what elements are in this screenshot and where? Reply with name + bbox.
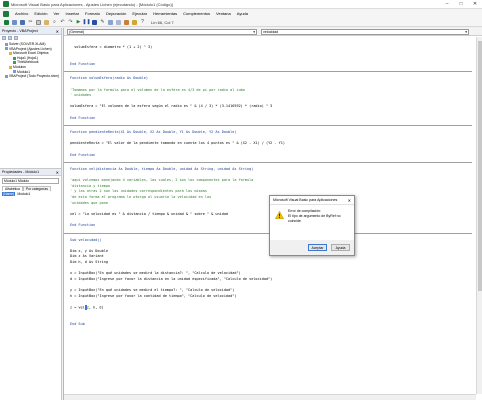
menu-edicion[interactable]: Edición: [31, 11, 50, 16]
object-combo-value: (General): [69, 30, 85, 34]
menu-archivo[interactable]: Archivo: [12, 11, 31, 16]
reset-icon[interactable]: [91, 19, 98, 26]
project-explorer-title: Proyecto - VBAProject: [2, 29, 38, 33]
procedure-combo-value: velocidad: [263, 30, 279, 34]
menu-insertar[interactable]: Insertar: [62, 11, 82, 16]
redo-icon[interactable]: ↷: [67, 19, 74, 26]
procedure-separator: [64, 232, 472, 234]
dialog-buttons: Aceptar Ayuda: [270, 240, 354, 255]
vba-app-icon: [3, 1, 9, 7]
paste-icon[interactable]: [43, 19, 50, 26]
module-icon: [13, 70, 16, 74]
menu-formato[interactable]: Formato: [82, 11, 103, 16]
properties-pane: Propiedades - Módulo1 ✕ Módulo1 Módulo A…: [0, 168, 62, 400]
property-row-name[interactable]: (Name) Módulo1: [2, 192, 59, 196]
menu-complementos[interactable]: Complementos: [180, 11, 213, 16]
copy-icon[interactable]: [35, 19, 42, 26]
object-browser-icon[interactable]: [123, 19, 130, 26]
help-button[interactable]: Ayuda: [331, 244, 350, 251]
properties-header: Propiedades - Módulo1 ✕: [0, 169, 61, 176]
tab-alfabetica[interactable]: Alfabética: [2, 186, 23, 191]
code-line[interactable]: End Sub: [70, 322, 472, 328]
toolbox-icon[interactable]: [131, 19, 138, 26]
properties-icon[interactable]: [115, 19, 122, 26]
excel-view-icon[interactable]: [3, 19, 10, 26]
project-explorer-icon[interactable]: [107, 19, 114, 26]
menu-ejecutar[interactable]: Ejecutar: [129, 11, 150, 16]
project-icon: [5, 74, 8, 78]
dialog-message-line2: El tipo de argumento de ByRef no coincid…: [288, 214, 341, 223]
properties-tabs: Alfabética Por categorías: [2, 186, 59, 191]
procedure-separator: [64, 162, 472, 164]
project-tree: Solver (SOLVER.XLAM) VBAProject (Ajustes…: [0, 41, 61, 80]
object-combo[interactable]: (General) ▾: [67, 29, 257, 35]
horizontal-scrollbar[interactable]: [64, 394, 476, 400]
insert-module-icon[interactable]: [11, 19, 18, 26]
code-line[interactable]: End Function: [70, 116, 472, 122]
folder-icon: [9, 65, 12, 69]
project-explorer-pane: Proyecto - VBAProject ✕ Solver (SOLVER.X…: [0, 28, 62, 168]
view-object-icon[interactable]: [8, 36, 12, 40]
vertical-scrollbar[interactable]: [476, 37, 482, 394]
code-line[interactable]: End Function: [70, 153, 472, 159]
menu-bar: Archivo Edición Ver Insertar Formato Dep…: [0, 9, 482, 18]
toggle-folders-icon[interactable]: [14, 36, 18, 40]
menu-ver[interactable]: Ver: [50, 11, 62, 16]
menu-depuracion[interactable]: Depuración: [103, 11, 129, 16]
warning-icon: [275, 211, 284, 219]
excel-icon[interactable]: [3, 10, 9, 17]
undo-icon[interactable]: ↶: [59, 19, 66, 26]
help-icon[interactable]: ?: [139, 19, 146, 26]
project-icon: [5, 42, 8, 46]
dialog-message: Error de compilación: El tipo de argumen…: [288, 209, 351, 224]
save-icon[interactable]: [19, 19, 26, 26]
properties-object-select[interactable]: Módulo1 Módulo: [2, 178, 59, 184]
tree-item-vbaproject-todo[interactable]: VBAProject (Todo Proyecto.xlsm): [2, 74, 59, 79]
tree-item-label: VBAProject (Todo Proyecto.xlsm): [8, 74, 59, 79]
maximize-button[interactable]: □: [454, 0, 468, 9]
cursor-position: Lín 66, Col 7: [151, 19, 174, 25]
properties-title: Propiedades - Módulo1: [2, 170, 40, 174]
find-icon[interactable]: ⌕: [51, 19, 58, 26]
design-mode-icon[interactable]: ✎: [99, 19, 106, 26]
dialog-body: Error de compilación: El tipo de argumen…: [270, 205, 354, 224]
code-line[interactable]: End Function: [70, 62, 472, 68]
title-bar: Microsoft Visual Basic para Aplicaciones…: [0, 0, 482, 9]
view-code-icon[interactable]: [2, 36, 6, 40]
chevron-down-icon: ▾: [253, 30, 255, 34]
code-text: z = vel: [70, 305, 85, 310]
workbook-icon: [13, 61, 16, 65]
property-value[interactable]: Módulo1: [15, 192, 30, 196]
property-key: (Name): [2, 192, 16, 196]
close-icon[interactable]: ✕: [56, 29, 59, 34]
menu-ventana[interactable]: Ventana: [213, 11, 234, 16]
code-text: z, h, d): [86, 305, 104, 310]
dialog-title-bar: Microsoft Visual Basic para Aplicaciones…: [270, 196, 354, 205]
cut-icon[interactable]: ✂: [27, 19, 34, 26]
run-icon[interactable]: ▶: [75, 19, 82, 26]
project-icon: [5, 47, 8, 51]
close-icon[interactable]: ✕: [56, 170, 59, 175]
close-button[interactable]: ✕: [468, 0, 482, 9]
sheet-icon: [13, 56, 16, 60]
minimize-button[interactable]: –: [440, 0, 454, 9]
standard-toolbar: ✂ ⌕ ↶ ↷ ▶ ❚❚ ✎ ? Lín 66, Col 7: [0, 18, 482, 27]
tab-por-categorias[interactable]: Por categorías: [22, 186, 51, 191]
menu-ayuda[interactable]: Ayuda: [234, 11, 251, 16]
ok-button[interactable]: Aceptar: [308, 244, 327, 251]
procedure-separator: [64, 125, 472, 127]
procedure-combo[interactable]: velocidad ▾: [261, 29, 469, 35]
code-window-combos: (General) ▾ velocidad ▾: [64, 28, 482, 36]
dialog-close-icon[interactable]: ✕: [348, 198, 351, 203]
scrollbar-thumb[interactable]: [478, 41, 482, 291]
chevron-down-icon: ▾: [465, 30, 467, 34]
folder-icon: [9, 51, 12, 55]
project-explorer-header: Proyecto - VBAProject ✕: [0, 28, 61, 35]
window-title: Microsoft Visual Basic para Aplicaciones…: [11, 1, 173, 7]
pause-icon[interactable]: ❚❚: [82, 19, 90, 26]
compile-error-dialog: Microsoft Visual Basic para Aplicaciones…: [269, 195, 355, 256]
dialog-title: Microsoft Visual Basic para Aplicaciones: [273, 198, 338, 202]
menu-herramientas[interactable]: Herramientas: [150, 11, 180, 16]
procedure-separator: [64, 71, 472, 73]
